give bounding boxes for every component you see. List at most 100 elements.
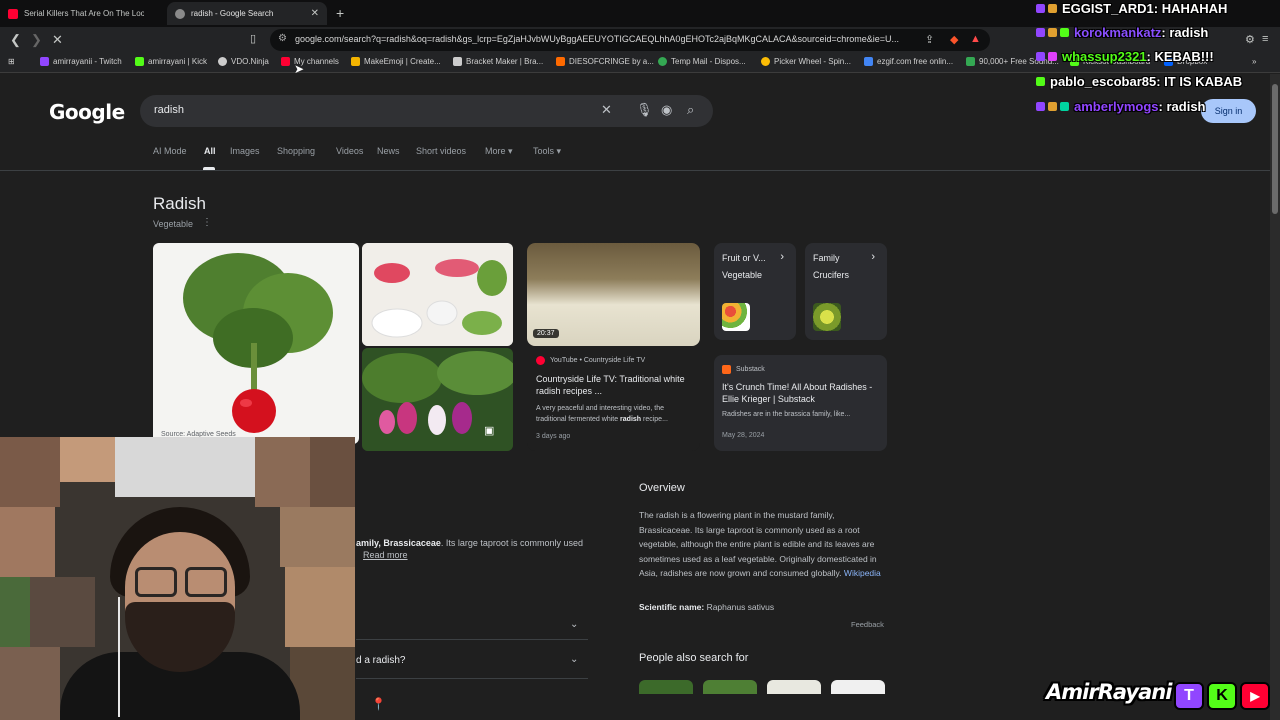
scientific-name-value: Raphanus sativus xyxy=(706,602,775,612)
location-pin-icon: 📍 xyxy=(371,697,386,711)
close-tab-icon[interactable]: ✕ xyxy=(311,8,319,19)
tab-tools[interactable]: Tools ▾ xyxy=(533,146,561,157)
search-icon[interactable]: ⌕ xyxy=(687,102,694,118)
address-bar[interactable]: ⚙ google.com/search?q=radish&oq=radish&g… xyxy=(270,29,990,51)
wikipedia-link[interactable]: Wikipedia xyxy=(844,568,881,578)
new-tab-icon[interactable]: + xyxy=(336,5,344,21)
related-thumbnail[interactable] xyxy=(703,680,757,694)
bookmark-item[interactable]: Bracket Maker | Bra... xyxy=(453,57,543,66)
bookmark-item[interactable]: Picker Wheel - Spin... xyxy=(761,57,851,66)
image-gallery-icon[interactable]: ▣ xyxy=(484,424,494,437)
google-icon xyxy=(175,8,185,19)
forward-icon[interactable]: ❯ xyxy=(31,32,42,48)
tab-ai-mode[interactable]: AI Mode xyxy=(153,146,187,156)
more-options-icon[interactable]: ⋮ xyxy=(202,217,212,228)
browser-tab-2[interactable]: radish - Google Search ✕ xyxy=(167,2,327,25)
fact-card-fruit-or-vegetable[interactable]: Fruit or V... › Vegetable xyxy=(714,243,796,340)
brave-shield-icon[interactable]: ◆ xyxy=(950,33,958,46)
apps-icon[interactable]: ⊞ xyxy=(8,57,15,66)
people-also-search-heading: People also search for xyxy=(639,652,749,664)
related-thumbnail[interactable] xyxy=(639,680,693,694)
related-thumbnail[interactable] xyxy=(831,680,885,694)
article-result-card[interactable]: Substack It's Crunch Time! All About Rad… xyxy=(714,355,887,451)
chevron-down-icon[interactable]: ⌄ xyxy=(570,654,578,665)
streamer-brand-overlay: AmirRayani T K ▶ xyxy=(1046,680,1276,712)
browser-tab-1[interactable]: Serial Killers That Are On The Loo xyxy=(0,2,165,25)
video-duration: 20:37 xyxy=(533,329,559,338)
article-date: May 28, 2024 xyxy=(722,432,765,439)
stop-loading-icon[interactable]: ✕ xyxy=(52,32,63,48)
overview-body: The radish is a flowering plant in the m… xyxy=(639,510,877,579)
kick-badge-icon xyxy=(1036,76,1045,86)
rewards-icon[interactable]: ▲ xyxy=(970,33,981,45)
vegetables-thumbnail xyxy=(722,303,750,331)
chat-message: pablo_escobar85 : IT IS KABAB xyxy=(1036,71,1242,91)
bookmark-item[interactable]: VDO.Ninja xyxy=(218,57,269,66)
chat-text: : IT IS KABAB xyxy=(1156,73,1243,89)
tab-more-label: More xyxy=(485,146,506,156)
lens-icon[interactable]: ◉ xyxy=(661,102,672,118)
scientific-name-label: Scientific name: xyxy=(639,602,705,612)
divider xyxy=(356,678,588,679)
radish-image-main[interactable]: Source: Adaptive Seeds xyxy=(153,243,359,444)
gift-badge-icon xyxy=(1048,51,1057,61)
tab-news[interactable]: News xyxy=(377,146,400,156)
clear-icon[interactable]: ✕ xyxy=(601,102,612,118)
share-icon[interactable]: ⇪ xyxy=(925,33,934,46)
bookmark-item[interactable]: amirrayani | Kick xyxy=(135,57,207,66)
radish-image-bottom[interactable]: ▣ xyxy=(362,348,513,451)
video-date: 3 days ago xyxy=(536,433,571,440)
scrollbar[interactable] xyxy=(1270,74,1280,720)
source-label: Substack xyxy=(736,366,765,373)
youtube-icon xyxy=(281,57,290,66)
bookmark-icon[interactable]: ▯ xyxy=(250,32,256,45)
bookmark-label: VDO.Ninja xyxy=(231,57,269,66)
search-input[interactable]: radish xyxy=(154,104,184,116)
fact-card-family[interactable]: Family › Crucifers xyxy=(805,243,887,340)
back-icon[interactable]: ❮ xyxy=(10,32,21,48)
webcam-overlay xyxy=(0,437,355,720)
question-row[interactable]: d a radish? xyxy=(356,655,405,666)
bookmark-label: amirrayani | Kick xyxy=(148,57,207,66)
bookmark-item[interactable]: Temp Mail - Dispos... xyxy=(658,57,746,66)
article-title[interactable]: It's Crunch Time! All About Radishes - E… xyxy=(722,381,882,405)
site-info-icon[interactable]: ⚙ xyxy=(278,33,287,44)
bookmark-item[interactable]: DIESOFCRINGE by a... xyxy=(556,57,654,66)
article-source: Substack xyxy=(722,365,765,374)
video-result-card[interactable]: 20:37 YouTube • Countryside Life TV Coun… xyxy=(527,243,700,451)
twitch-logo-icon: T xyxy=(1174,682,1204,710)
chevron-down-icon[interactable]: ⌄ xyxy=(570,619,578,630)
overview-text: The radish is a flowering plant in the m… xyxy=(639,508,889,581)
google-logo[interactable]: Google xyxy=(49,100,125,124)
video-title[interactable]: Countryside Life TV: Traditional white r… xyxy=(536,373,696,397)
bookmark-label: Temp Mail - Dispos... xyxy=(671,57,746,66)
microphone-icon[interactable]: 🎙 xyxy=(636,102,653,118)
mouse-cursor-icon: ➤ xyxy=(294,62,305,76)
twitch-badge-icon xyxy=(1036,3,1045,13)
tab-all[interactable]: All xyxy=(204,146,216,156)
article-snippet: Radishes are in the brassica family, lik… xyxy=(722,411,851,418)
fact-value: Vegetable xyxy=(722,270,763,280)
tab-images[interactable]: Images xyxy=(230,146,260,156)
feedback-link[interactable]: Feedback xyxy=(851,620,884,629)
search-box[interactable]: radish ✕ 🎙 ◉ ⌕ xyxy=(140,95,713,127)
bookmark-item[interactable]: My channels xyxy=(281,57,339,66)
vip-badge-icon xyxy=(1060,101,1069,111)
tab-more[interactable]: More ▾ xyxy=(485,146,513,157)
tab-shopping[interactable]: Shopping xyxy=(277,146,315,156)
read-more-link[interactable]: Read more xyxy=(363,550,408,560)
tab-short-videos[interactable]: Short videos xyxy=(416,146,466,156)
bookmark-item[interactable]: ezgif.com free onlin... xyxy=(864,57,953,66)
emoji-icon xyxy=(351,57,360,66)
related-thumbnail[interactable] xyxy=(767,680,821,694)
brand-name: AmirRayani xyxy=(1046,680,1172,704)
bookmark-item[interactable]: amirrayanii - Twitch xyxy=(40,57,122,66)
bookmark-item[interactable]: MakeEmoji | Create... xyxy=(351,57,441,66)
tab-title: Serial Killers That Are On The Loo xyxy=(24,9,144,18)
bookmark-label: Bracket Maker | Bra... xyxy=(466,57,544,66)
description-bold: amily, Brassicaceae xyxy=(356,538,441,548)
radish-image-top[interactable] xyxy=(362,243,513,346)
bookmark-label: ezgif.com free onlin... xyxy=(877,57,954,66)
bookmark-label: MakeEmoji | Create... xyxy=(364,57,441,66)
tab-videos[interactable]: Videos xyxy=(336,146,363,156)
